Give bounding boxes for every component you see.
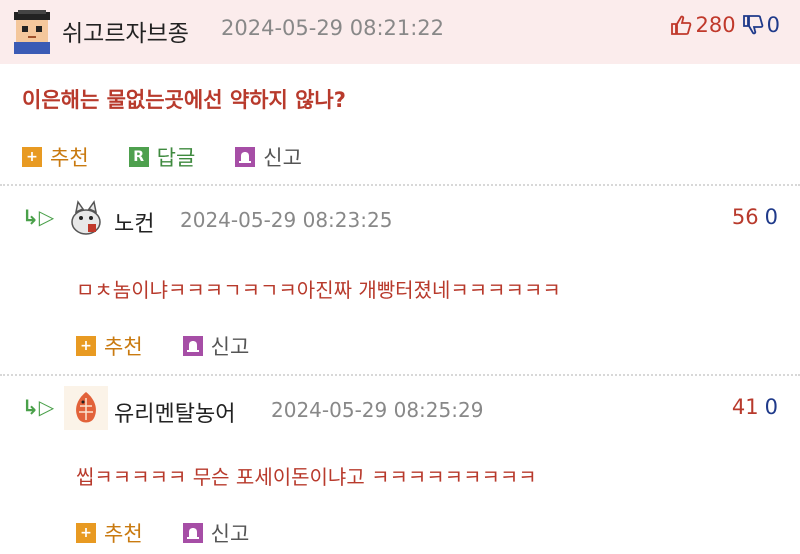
plus-icon: + bbox=[22, 147, 42, 167]
cat-avatar-icon[interactable] bbox=[64, 196, 108, 240]
post-datetime: 2024-05-29 08:21:22 bbox=[221, 16, 445, 40]
comment-datetime: 2024-05-29 08:25:29 bbox=[271, 398, 484, 422]
comment-actions: + 추천 신고 bbox=[76, 518, 289, 548]
comment-actions: + 추천 신고 bbox=[76, 331, 289, 361]
comment-author-nickname[interactable]: 노컨 bbox=[114, 206, 154, 238]
report-icon bbox=[182, 336, 203, 356]
post-votes: 280 0 bbox=[670, 13, 780, 37]
recommend-button[interactable]: + 추천 bbox=[76, 518, 143, 548]
comment-votes: 41 0 bbox=[732, 395, 778, 419]
comment-upvote-count[interactable]: 41 bbox=[732, 395, 759, 419]
reply-arrow-icon: ↳▷ bbox=[22, 205, 55, 229]
recommend-button[interactable]: + 추천 bbox=[22, 142, 89, 172]
report-icon bbox=[235, 147, 256, 167]
comment-downvote-count[interactable]: 0 bbox=[765, 205, 778, 229]
comment-datetime: 2024-05-29 08:23:25 bbox=[180, 208, 393, 232]
report-icon bbox=[182, 523, 203, 543]
report-label: 신고 bbox=[263, 146, 302, 170]
divider bbox=[0, 374, 800, 376]
plus-icon: + bbox=[76, 523, 96, 543]
comment-text: 씹ㅋㅋㅋㅋㅋ 무슨 포세이돈이냐고 ㅋㅋㅋㅋㅋㅋㅋㅋㅋ bbox=[76, 465, 537, 489]
reply-label: 답글 bbox=[156, 146, 196, 170]
comment-upvote-count[interactable]: 56 bbox=[732, 205, 759, 229]
report-button[interactable]: 신고 bbox=[235, 142, 302, 172]
pixel-avatar-icon[interactable] bbox=[10, 10, 54, 54]
post-header: 쉬고르자브종 2024-05-29 08:21:22 280 0 bbox=[0, 0, 800, 64]
recommend-button[interactable]: + 추천 bbox=[76, 331, 143, 361]
post-upvote-count: 280 bbox=[695, 13, 736, 37]
recommend-label: 추천 bbox=[104, 522, 143, 546]
reply-arrow-icon: ↳▷ bbox=[22, 395, 55, 419]
comment-text: ㅁㅊ놈이냐ㅋㅋㅋㄱㅋㄱㅋ아진짜 개빵터졌네ㅋㅋㅋㅋㅋㅋ bbox=[76, 278, 561, 302]
reply-button[interactable]: R 답글 bbox=[128, 142, 196, 172]
fish-avatar-icon[interactable] bbox=[64, 386, 108, 430]
post-actions: + 추천 R 답글 신고 bbox=[22, 142, 342, 172]
recommend-label: 추천 bbox=[104, 335, 143, 359]
thumbs-down-icon[interactable] bbox=[742, 14, 764, 36]
comment-votes: 56 0 bbox=[732, 205, 778, 229]
report-button[interactable]: 신고 bbox=[182, 331, 250, 361]
report-button[interactable]: 신고 bbox=[182, 518, 250, 548]
reply-badge-icon: R bbox=[128, 147, 149, 167]
plus-icon: + bbox=[76, 336, 96, 356]
recommend-label: 추천 bbox=[50, 146, 89, 170]
post-downvote-count: 0 bbox=[766, 13, 780, 37]
comment-downvote-count[interactable]: 0 bbox=[765, 395, 778, 419]
report-label: 신고 bbox=[210, 335, 250, 359]
report-label: 신고 bbox=[210, 522, 250, 546]
post-title: 이은해는 물없는곳에선 약하지 않나? bbox=[22, 88, 346, 112]
thumbs-up-icon[interactable] bbox=[670, 14, 692, 36]
post-author-nickname[interactable]: 쉬고르자브종 bbox=[62, 14, 189, 48]
comment-author-nickname[interactable]: 유리멘탈농어 bbox=[114, 396, 235, 428]
divider bbox=[0, 184, 800, 186]
